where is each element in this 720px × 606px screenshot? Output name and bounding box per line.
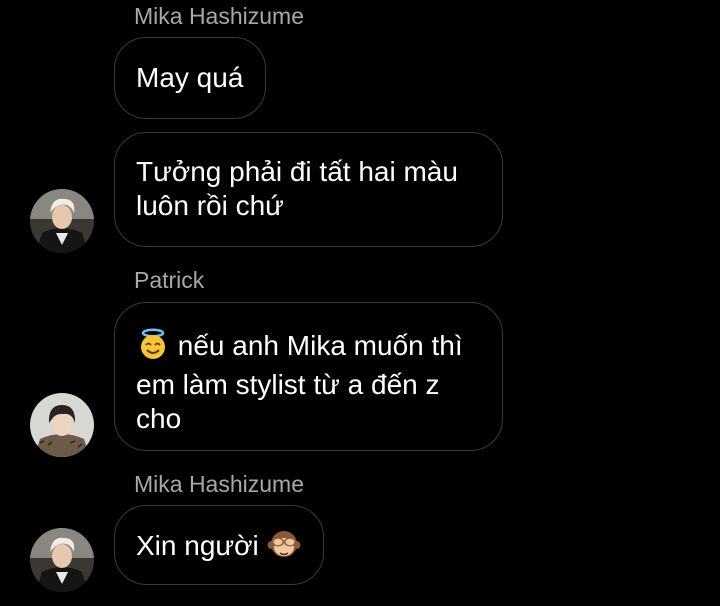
message-bubble[interactable]: Tưởng phải đi tất hai màu luôn rồi chứ: [114, 132, 503, 247]
avatar-patrick[interactable]: [30, 393, 94, 457]
message-text: Tưởng phải đi tất hai màu luôn rồi chứ: [136, 156, 458, 221]
message-text: Xin người: [136, 530, 259, 561]
smiling-face-with-halo-icon: [136, 328, 170, 368]
message-bubble[interactable]: nếu anh Mika muốn thì em làm stylist từ …: [114, 302, 503, 451]
avatar-mika[interactable]: [30, 528, 94, 592]
message-text: nếu anh Mika muốn thì em làm stylist từ …: [136, 330, 463, 434]
avatar-mika[interactable]: [30, 189, 94, 253]
message-bubble[interactable]: May quá: [114, 37, 266, 119]
sender-name: Patrick: [134, 267, 205, 293]
see-no-evil-monkey-icon: [267, 528, 301, 568]
sender-name: Mika Hashizume: [134, 471, 304, 497]
sender-name: Mika Hashizume: [134, 3, 304, 29]
message-text: May quá: [136, 62, 244, 93]
message-bubble[interactable]: Xin người: [114, 505, 324, 585]
